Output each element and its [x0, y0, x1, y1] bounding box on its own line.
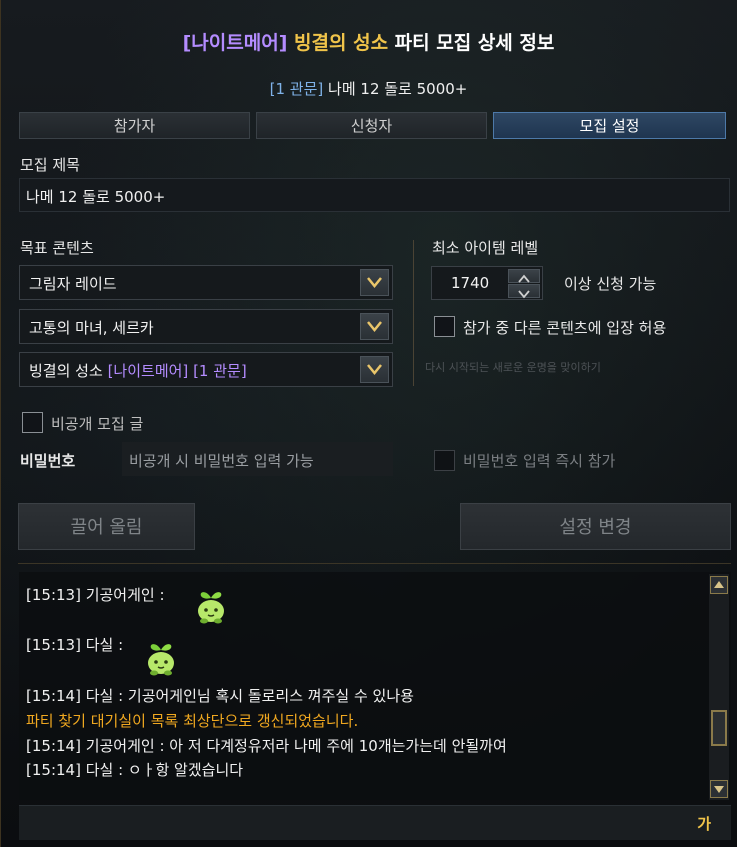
item-level-value: 1740	[451, 274, 490, 292]
subtitle-text: 나메 12 돌로 5000+	[328, 80, 468, 98]
window-title: [나이트메어] 빙결의 성소 파티 모집 상세 정보	[0, 28, 737, 55]
chat-input[interactable]: 가	[19, 805, 731, 840]
tab-bar: 참가자 신청자 모집 설정	[19, 112, 726, 140]
raid-select[interactable]: 고통의 마녀, 세르카	[19, 309, 393, 344]
title-rest: 파티 모집 상세 정보	[394, 32, 555, 54]
allow-other-content-checkbox[interactable]	[434, 316, 455, 337]
apply-settings-button[interactable]: 설정 변경	[460, 503, 731, 550]
private-post-checkbox[interactable]	[22, 412, 43, 433]
chat-log[interactable]: [15:13] 기공어게인 : [15:13] 다실 : [15:14] 다실 …	[19, 572, 731, 800]
password-placeholder: 비공개 시 비밀번호 입력 가능	[129, 452, 314, 470]
subtitle-gate: [1 관문]	[269, 80, 324, 98]
difficulty-value: 빙결의 성소 [나이트메어] [1 관문]	[29, 360, 247, 381]
raid-value: 고통의 마녀, 세르카	[29, 319, 154, 337]
chat-scrollbar[interactable]	[709, 574, 729, 800]
recruit-title-value: 나메 12 돌로 5000+	[26, 188, 166, 206]
sprout-emoji-icon	[193, 586, 229, 630]
chat-line: [15:14] 다실 : ㅇㅏ항 알겠습니다	[26, 761, 244, 779]
chat-line: [15:14] 다실 : 기공어게인님 혹시 돌로리스 껴주실 수 있나용	[26, 687, 414, 705]
password-input[interactable]: 비공개 시 비밀번호 입력 가능	[122, 442, 393, 476]
decrement-button[interactable]	[508, 284, 540, 299]
input-language-indicator[interactable]: 가	[697, 813, 711, 834]
private-post-label: 비공개 모집 글	[51, 415, 144, 433]
tab-recruit-settings[interactable]: 모집 설정	[493, 112, 726, 139]
difficulty-raid-name: 빙결의 성소	[29, 362, 103, 380]
chevron-down-icon[interactable]	[360, 356, 389, 383]
system-message: 파티 찾기 대기실이 목록 최상단으로 갱신되었습니다.	[26, 712, 359, 730]
instant-join-label: 비밀번호 입력 즉시 참가	[463, 452, 616, 470]
scroll-thumb[interactable]	[711, 710, 727, 746]
password-label: 비밀번호	[20, 452, 76, 470]
title-raid: 빙결의 성소	[294, 32, 389, 54]
recruit-title-input[interactable]: 나메 12 돌로 5000+	[19, 178, 730, 212]
allow-other-content-label: 참가 중 다른 콘텐츠에 입장 허용	[463, 319, 667, 337]
bump-button[interactable]: 끌어 올림	[18, 503, 195, 550]
chevron-down-icon[interactable]	[360, 313, 389, 340]
instant-join-checkbox[interactable]	[434, 450, 455, 471]
scroll-down-button[interactable]	[710, 780, 728, 798]
item-level-stepper[interactable]: 1740	[431, 266, 543, 300]
difficulty-gate: [1 관문]	[193, 362, 247, 380]
item-level-suffix: 이상 신청 가능	[564, 275, 657, 293]
section-divider	[413, 240, 414, 386]
content-type-value: 그림자 레이드	[29, 275, 117, 293]
recruit-title-label: 모집 제목	[20, 156, 80, 174]
min-item-level-label: 최소 아이템 레벨	[432, 239, 539, 257]
content-type-select[interactable]: 그림자 레이드	[19, 265, 393, 300]
difficulty-level: [나이트메어]	[107, 362, 189, 380]
scroll-up-button[interactable]	[710, 576, 728, 594]
sprout-emoji-icon	[143, 638, 179, 682]
tab-participants[interactable]: 참가자	[19, 112, 250, 139]
difficulty-select[interactable]: 빙결의 성소 [나이트메어] [1 관문]	[19, 352, 393, 387]
increment-button[interactable]	[508, 269, 540, 283]
background-hint-text: 다시 시작되는 새로운 운명을 맞이하기	[425, 361, 601, 374]
chat-divider	[18, 563, 731, 564]
chat-line: [15:13] 다실 :	[26, 636, 124, 654]
chat-line: [15:14] 기공어게인 : 아 저 다계정유저라 나메 주에 10개는가는데…	[26, 737, 507, 755]
chevron-down-icon[interactable]	[360, 269, 389, 296]
title-difficulty: [나이트메어]	[182, 32, 288, 54]
party-subtitle: [1 관문] 나메 12 돌로 5000+	[0, 78, 737, 99]
tab-applicants[interactable]: 신청자	[256, 112, 487, 139]
chat-line: [15:13] 기공어게인 :	[26, 586, 165, 604]
target-content-label: 목표 콘텐츠	[20, 239, 94, 257]
